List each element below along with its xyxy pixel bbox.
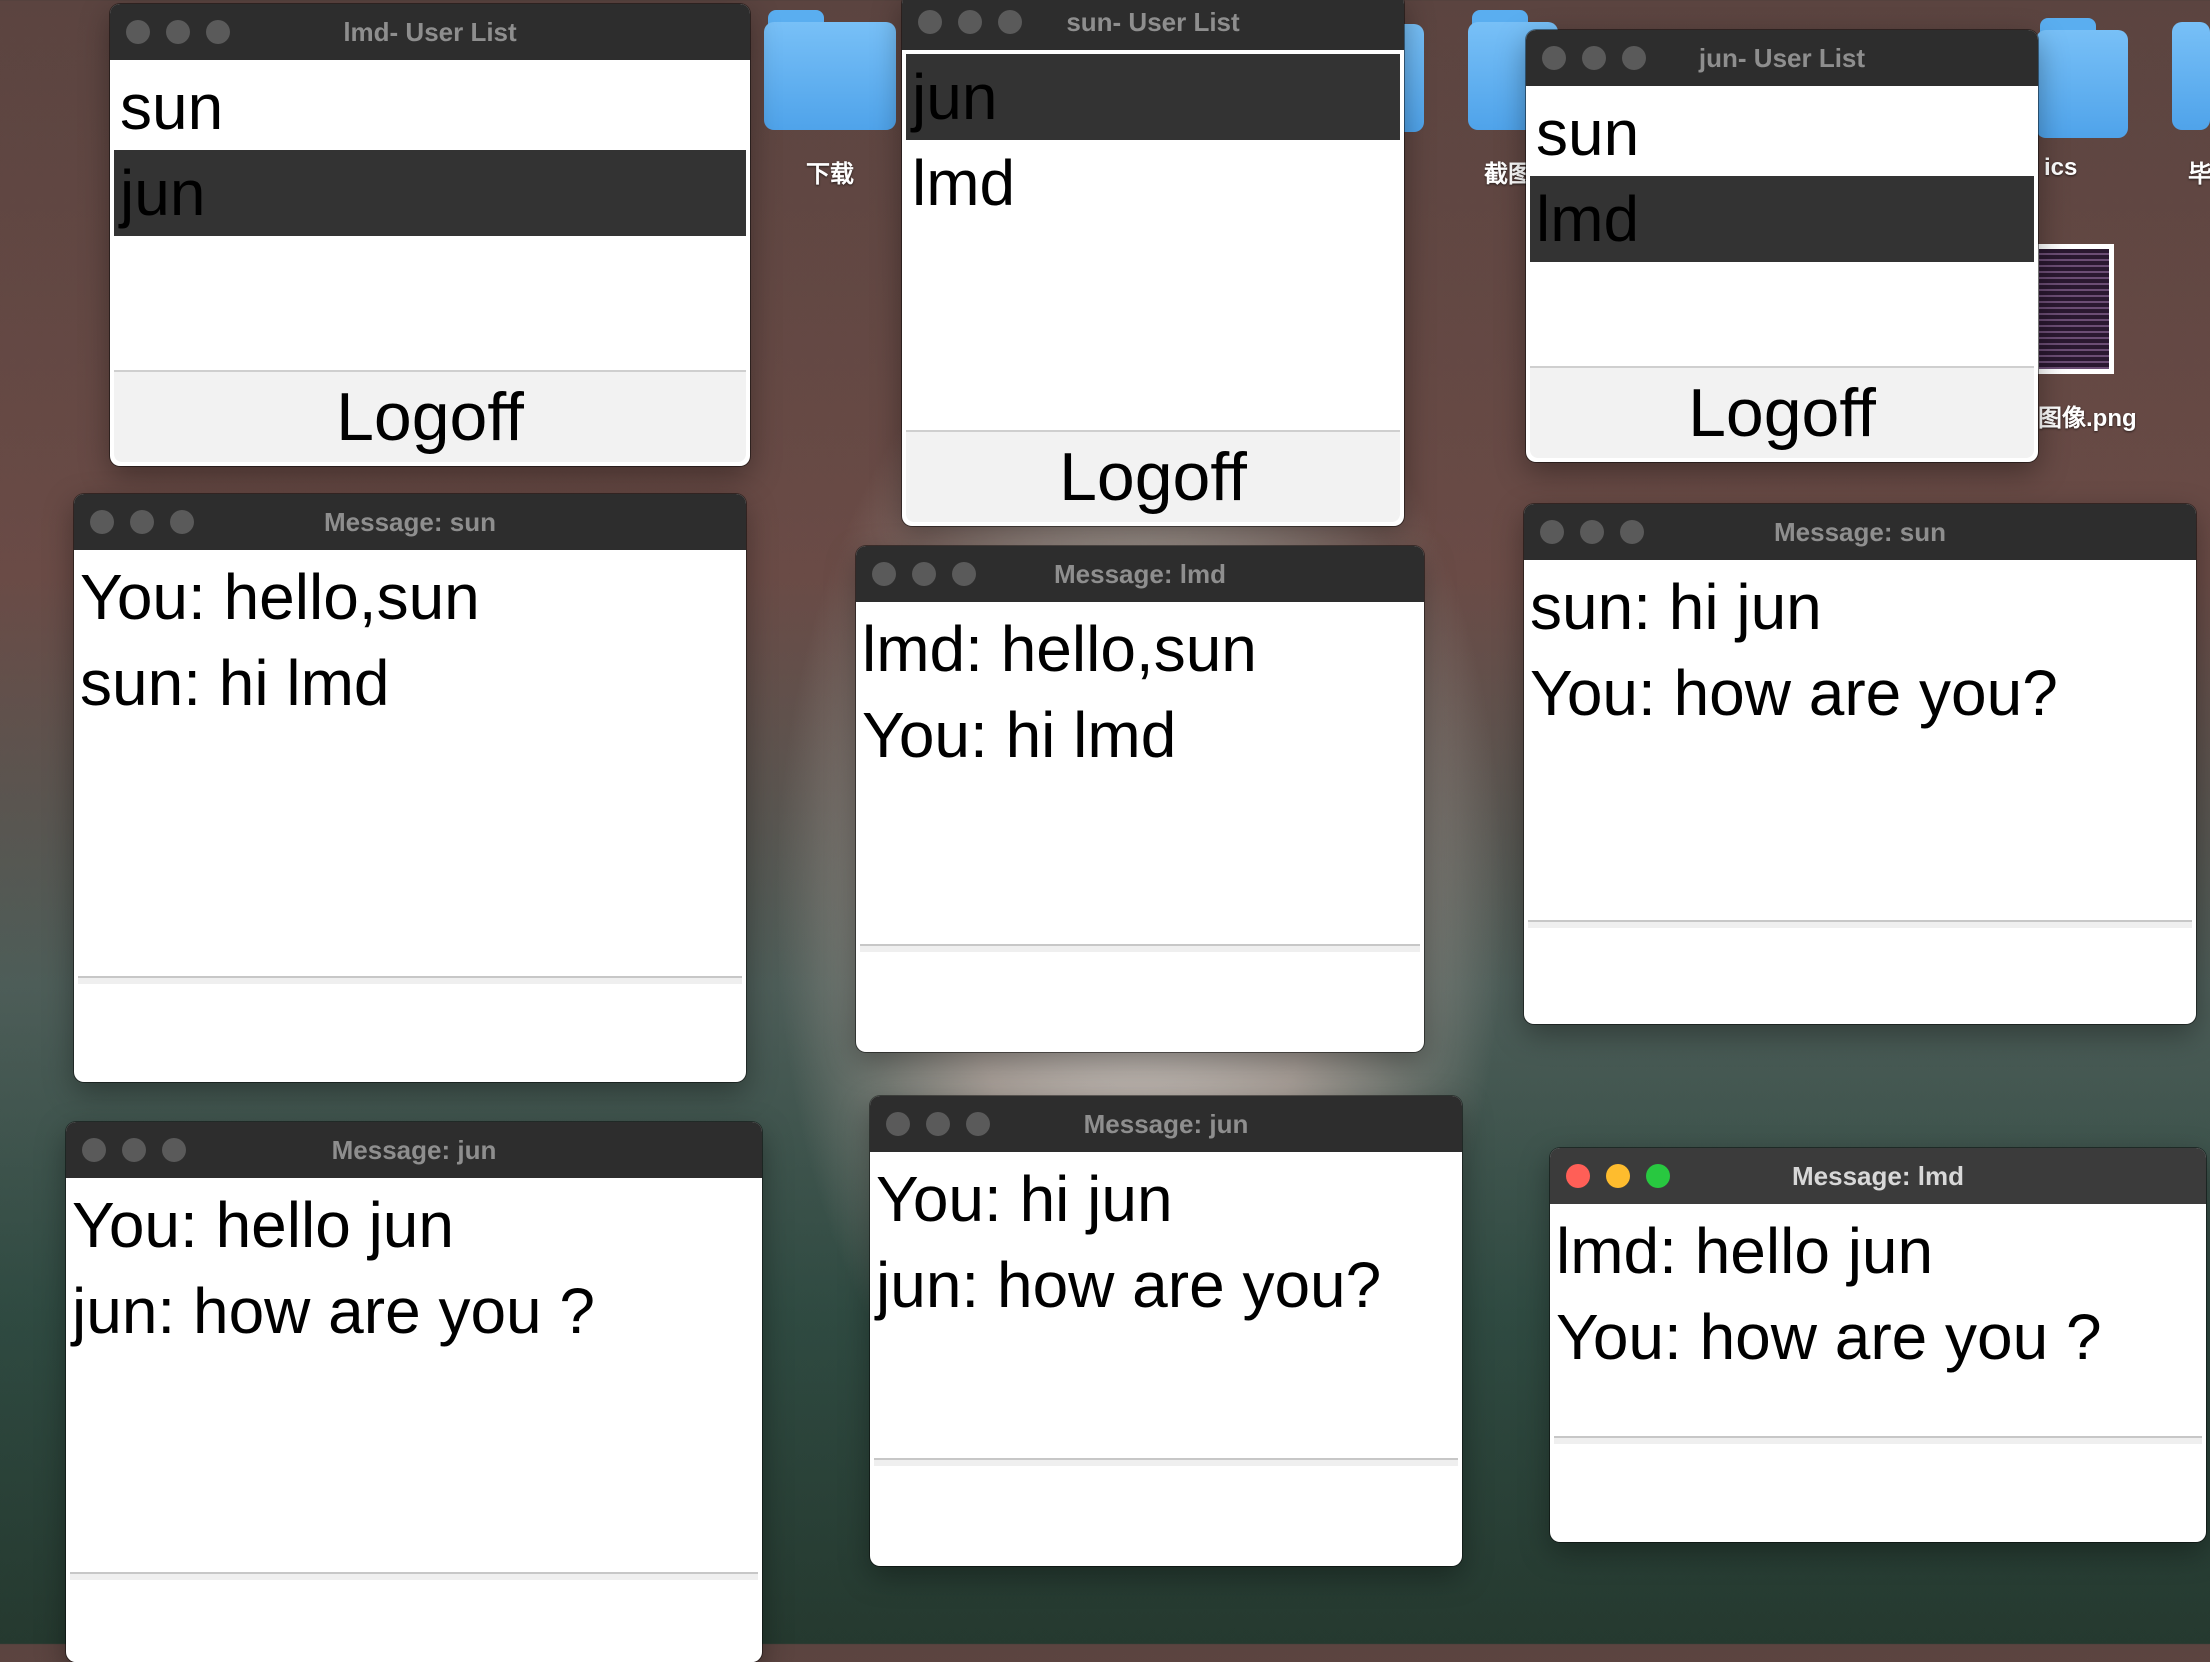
window-title: sun- User List (1066, 6, 1240, 37)
image-file-thumbnail[interactable] (2034, 244, 2114, 374)
folder-label[interactable]: 下载 (806, 154, 854, 189)
message-line: sun: hi jun (1530, 571, 1822, 643)
minimize-icon[interactable] (926, 1112, 950, 1136)
zoom-icon[interactable] (206, 20, 230, 44)
message-window[interactable]: Message: jun You: hello jun jun: how are… (66, 1122, 762, 1662)
close-icon[interactable] (1566, 1164, 1590, 1188)
close-icon[interactable] (126, 20, 150, 44)
window-title: lmd- User List (343, 16, 517, 47)
message-window[interactable]: Message: lmd lmd: hello,sun You: hi lmd (856, 546, 1424, 1052)
title-bar[interactable]: Message: lmd (1550, 1148, 2206, 1204)
message-input[interactable] (1554, 1436, 2202, 1538)
message-window[interactable]: Message: lmd lmd: hello jun You: how are… (1550, 1148, 2206, 1542)
user-list[interactable]: jun lmd (902, 50, 1404, 226)
message-history: lmd: hello jun You: how are you ? (1550, 1204, 2206, 1380)
zoom-icon[interactable] (1622, 46, 1646, 70)
zoom-icon[interactable] (952, 562, 976, 586)
message-input[interactable] (70, 1572, 758, 1662)
list-item[interactable]: lmd (906, 140, 1400, 226)
zoom-icon[interactable] (170, 510, 194, 534)
logoff-button[interactable]: Logoff (114, 370, 746, 462)
title-bar[interactable]: Message: lmd (856, 546, 1424, 602)
logoff-button[interactable]: Logoff (1530, 366, 2034, 458)
minimize-icon[interactable] (1606, 1164, 1630, 1188)
folder-icon[interactable] (2172, 10, 2210, 130)
message-history: sun: hi jun You: how are you? (1524, 560, 2196, 736)
minimize-icon[interactable] (130, 510, 154, 534)
window-title: Message: sun (324, 506, 496, 537)
list-item-selected[interactable]: lmd (1530, 176, 2034, 262)
message-line: You: hi lmd (862, 699, 1177, 771)
message-line: You: hello,sun (80, 561, 480, 633)
title-bar[interactable]: lmd- User List (110, 4, 750, 60)
zoom-icon[interactable] (1620, 520, 1644, 544)
message-input[interactable] (78, 976, 742, 1078)
folder-label[interactable]: 毕 (2188, 154, 2210, 189)
close-icon[interactable] (90, 510, 114, 534)
close-icon[interactable] (82, 1138, 106, 1162)
message-line: jun: how are you ? (72, 1275, 595, 1347)
user-list[interactable]: sun jun (110, 60, 750, 236)
zoom-icon[interactable] (1646, 1164, 1670, 1188)
window-title: Message: jun (1083, 1108, 1249, 1139)
title-bar[interactable]: Message: jun (870, 1096, 1462, 1152)
folder-icon[interactable] (764, 10, 896, 130)
close-icon[interactable] (1540, 520, 1564, 544)
close-icon[interactable] (872, 562, 896, 586)
minimize-icon[interactable] (1580, 520, 1604, 544)
folder-label[interactable]: 截图 (1484, 154, 1528, 189)
message-history: You: hello,sun sun: hi lmd (74, 550, 746, 726)
title-bar[interactable]: sun- User List (902, 0, 1404, 50)
close-icon[interactable] (918, 10, 942, 34)
window-title: Message: lmd (1792, 1160, 1964, 1191)
user-list-window-sun[interactable]: sun- User List jun lmd Logoff (902, 0, 1404, 526)
list-item[interactable]: sun (114, 64, 746, 150)
message-input[interactable] (874, 1458, 1458, 1562)
message-input[interactable] (860, 944, 1420, 1048)
list-item-selected[interactable]: jun (906, 54, 1400, 140)
close-icon[interactable] (886, 1112, 910, 1136)
message-line: You: hello jun (72, 1189, 454, 1261)
title-bar[interactable]: Message: sun (74, 494, 746, 550)
folder-icon[interactable] (2036, 18, 2128, 138)
message-input[interactable] (1528, 920, 2192, 1020)
logoff-button[interactable]: Logoff (906, 430, 1400, 522)
user-list[interactable]: sun lmd (1526, 86, 2038, 262)
window-title: jun- User List (1698, 42, 1866, 73)
message-line: You: hi jun (876, 1163, 1173, 1235)
minimize-icon[interactable] (122, 1138, 146, 1162)
message-line: jun: how are you? (876, 1249, 1382, 1321)
title-bar[interactable]: Message: jun (66, 1122, 762, 1178)
message-line: lmd: hello,sun (862, 613, 1257, 685)
message-history: You: hi jun jun: how are you? (870, 1152, 1462, 1328)
zoom-icon[interactable] (998, 10, 1022, 34)
message-line: lmd: hello jun (1556, 1215, 1934, 1287)
title-bar[interactable]: jun- User List (1526, 30, 2038, 86)
window-title: Message: jun (331, 1134, 497, 1165)
folder-label[interactable]: ics (2044, 154, 2077, 182)
title-bar[interactable]: Message: sun (1524, 504, 2196, 560)
user-list-window-lmd[interactable]: lmd- User List sun jun Logoff (110, 4, 750, 466)
message-line: You: how are you ? (1556, 1301, 2102, 1373)
minimize-icon[interactable] (166, 20, 190, 44)
zoom-icon[interactable] (966, 1112, 990, 1136)
window-title: Message: sun (1774, 516, 1946, 547)
message-history: You: hello jun jun: how are you ? (66, 1178, 762, 1354)
close-icon[interactable] (1542, 46, 1566, 70)
zoom-icon[interactable] (162, 1138, 186, 1162)
minimize-icon[interactable] (912, 562, 936, 586)
window-title: Message: lmd (1054, 558, 1226, 589)
list-item-selected[interactable]: jun (114, 150, 746, 236)
message-window[interactable]: Message: sun sun: hi jun You: how are yo… (1524, 504, 2196, 1024)
message-window[interactable]: Message: jun You: hi jun jun: how are yo… (870, 1096, 1462, 1566)
message-window[interactable]: Message: sun You: hello,sun sun: hi lmd (74, 494, 746, 1082)
user-list-window-jun[interactable]: jun- User List sun lmd Logoff (1526, 30, 2038, 462)
minimize-icon[interactable] (958, 10, 982, 34)
message-line: sun: hi lmd (80, 647, 390, 719)
image-file-label[interactable]: 图像.png (2038, 398, 2137, 433)
message-history: lmd: hello,sun You: hi lmd (856, 602, 1424, 778)
message-line: You: how are you? (1530, 657, 2058, 729)
minimize-icon[interactable] (1582, 46, 1606, 70)
list-item[interactable]: sun (1530, 90, 2034, 176)
